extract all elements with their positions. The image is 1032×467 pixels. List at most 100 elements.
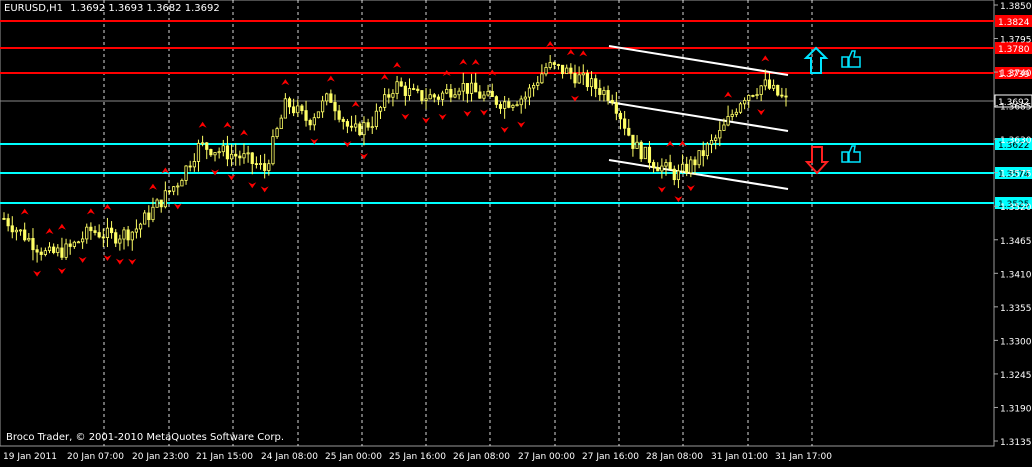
candle-body	[159, 199, 163, 208]
candle-body	[101, 236, 105, 239]
candle-body	[155, 199, 159, 208]
candle-body	[544, 67, 548, 75]
candle-body	[143, 212, 147, 225]
arrow-down-icon	[804, 146, 830, 175]
candle-body	[709, 140, 714, 145]
candle-body	[672, 168, 676, 181]
candle-body	[39, 251, 43, 255]
candle-body	[279, 117, 283, 130]
candle-body	[275, 128, 279, 138]
candle-body	[560, 64, 565, 75]
candle-body	[383, 94, 387, 108]
candle-body	[532, 84, 536, 89]
price-chart[interactable]: 1.3824 1.3780 1.3739 1.3622 1.3574 1.3525 1.36…	[0, 0, 1032, 463]
thumbs-up-icon	[841, 50, 861, 68]
candle-body	[151, 206, 155, 221]
fractal-down-marker	[78, 256, 87, 263]
candle-body	[114, 232, 118, 244]
candle-body	[552, 62, 556, 65]
resistance-level-label: 1.3824	[998, 18, 1030, 28]
candle-body	[432, 94, 436, 98]
candle-body	[651, 162, 656, 169]
y-tick-label: 1.3630	[1000, 136, 1032, 146]
candle-body	[656, 167, 660, 172]
resistance-level-label: 1.3780	[998, 45, 1030, 55]
candle-body	[213, 152, 217, 156]
candle-body	[726, 116, 730, 126]
candle-body	[64, 243, 68, 258]
x-tick-label: 20 Jan 07:00	[67, 452, 124, 462]
candle-body	[254, 163, 258, 165]
candle-body	[618, 112, 623, 120]
fractal-down-marker	[33, 270, 42, 277]
candle-body	[461, 83, 465, 92]
candle-body	[697, 150, 701, 166]
candle-body	[10, 225, 14, 233]
candle-body	[130, 231, 134, 241]
candle-body	[180, 180, 184, 187]
candle-body	[2, 218, 6, 220]
x-tick-label: 20 Jan 23:00	[132, 452, 189, 462]
candle-body	[465, 83, 470, 94]
candle-body	[217, 151, 221, 154]
fractal-up-marker	[281, 79, 290, 86]
candle-body	[755, 94, 759, 96]
fractal-up-marker	[471, 59, 480, 66]
thumbs-up-icon-2	[841, 145, 861, 163]
candle-body	[387, 94, 391, 98]
candle-body	[676, 170, 681, 181]
candle-body	[134, 228, 139, 233]
candle-body	[577, 74, 581, 84]
fractal-up-marker	[45, 228, 54, 235]
candle-body	[229, 153, 234, 160]
ohlc-values: 1.3692 1.3693 1.3682 1.3692	[70, 3, 220, 14]
fractal-up-marker	[20, 208, 29, 215]
candle-body	[205, 142, 209, 150]
candle-body	[35, 249, 39, 253]
candle-body	[308, 119, 312, 126]
candle-body	[395, 81, 399, 94]
fractal-up-marker	[57, 223, 66, 230]
channel-layer	[608, 45, 789, 190]
candle-body	[56, 247, 60, 253]
y-tick-label: 1.3410	[1000, 270, 1032, 280]
candle-body	[536, 82, 540, 86]
candle-body	[242, 153, 246, 159]
y-tick-label: 1.3740	[1000, 69, 1032, 79]
x-tick-label: 24 Jan 08:00	[261, 452, 318, 462]
candle-body	[122, 229, 126, 240]
candle-body	[623, 118, 627, 129]
candle-body	[527, 87, 532, 98]
candle-body	[589, 78, 594, 88]
chart-canvas[interactable]: 1.38241.37801.37391.36221.35741.35251.36…	[0, 0, 1032, 463]
candle-body	[478, 91, 482, 99]
y-tick-label: 1.3795	[1000, 36, 1032, 46]
candle-body	[89, 226, 93, 232]
copyright-label: Broco Trader, © 2001-2010 MetaQuotes Sof…	[6, 432, 284, 443]
candle-body	[751, 95, 755, 97]
candle-body	[118, 238, 122, 244]
candle-body	[523, 96, 527, 100]
candle-body	[759, 85, 763, 95]
candle-body	[370, 126, 374, 129]
candle-body	[474, 82, 478, 93]
fractal-down-marker	[438, 113, 447, 120]
x-tick-label: 28 Jan 08:00	[646, 452, 703, 462]
candle-body	[196, 142, 201, 162]
fractal-up-marker	[326, 75, 335, 82]
candle-body	[188, 165, 192, 168]
candle-body	[722, 124, 726, 131]
candle-body	[138, 223, 143, 230]
candle-body	[320, 100, 325, 113]
candle-body	[428, 94, 432, 100]
candle-body	[358, 123, 362, 136]
candle-body	[246, 152, 250, 155]
candle-body	[743, 99, 747, 105]
fractal-down-marker	[103, 255, 112, 262]
candle-body	[263, 163, 267, 171]
candle-body	[300, 105, 304, 111]
candle-body	[147, 212, 151, 221]
candle-body	[163, 190, 167, 208]
candle-body	[52, 246, 56, 253]
x-tick-label: 27 Jan 00:00	[518, 452, 575, 462]
